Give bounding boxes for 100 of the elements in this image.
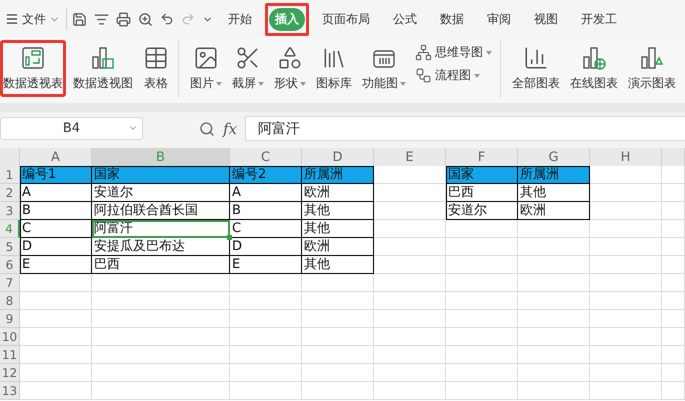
table-cell: 阿拉伯联合酋长国 bbox=[92, 202, 230, 220]
table-cell: B bbox=[20, 202, 92, 220]
row-header[interactable]: 9 bbox=[0, 310, 20, 328]
grid-cell bbox=[302, 346, 374, 364]
table-cell: C bbox=[20, 220, 92, 238]
grid-cell bbox=[518, 256, 590, 274]
column-header[interactable]: G bbox=[518, 148, 590, 168]
grid-cell bbox=[446, 382, 518, 400]
column-header[interactable]: H bbox=[590, 148, 662, 168]
table-cell: 欧洲 bbox=[302, 238, 374, 256]
ribbon-button[interactable]: 功能图 bbox=[359, 40, 409, 97]
menu-icon bbox=[5, 12, 19, 26]
row-header[interactable]: 11 bbox=[0, 346, 20, 364]
table-cell: D bbox=[20, 238, 92, 256]
grid-cell bbox=[590, 292, 662, 310]
header-cell: 国家 bbox=[92, 166, 230, 184]
ribbon-button[interactable]: 数据透视表 bbox=[0, 40, 66, 97]
grid-cell bbox=[374, 292, 446, 310]
grid-cell bbox=[20, 346, 92, 364]
grid-cell bbox=[518, 292, 590, 310]
table-cell: B bbox=[230, 202, 302, 220]
ribbon-tab[interactable]: 审阅 bbox=[477, 2, 521, 36]
ribbon-button[interactable]: 表格 bbox=[140, 40, 172, 97]
table-cell: 阿富汗 bbox=[92, 220, 230, 238]
row-header[interactable]: 5 bbox=[0, 238, 20, 256]
grid-cell bbox=[446, 310, 518, 328]
row-header[interactable]: 12 bbox=[0, 364, 20, 382]
grid-cell bbox=[662, 328, 685, 346]
grid-cell bbox=[662, 274, 685, 292]
row-header[interactable]: 1 bbox=[0, 166, 20, 184]
grid-cell bbox=[230, 328, 302, 346]
row-header[interactable]: 7 bbox=[0, 274, 20, 292]
table-cell: 安提瓜及巴布达 bbox=[92, 238, 230, 256]
chart-globe-icon bbox=[581, 45, 607, 71]
grid-cell bbox=[302, 382, 374, 400]
column-header[interactable]: F bbox=[446, 148, 518, 168]
header-cell: 所属洲 bbox=[302, 166, 374, 184]
grid-cell bbox=[374, 166, 446, 184]
ribbon-tab[interactable]: 开始 bbox=[218, 2, 262, 36]
grid-cell bbox=[590, 166, 662, 184]
row-header[interactable]: 13 bbox=[0, 382, 20, 400]
table-cell: A bbox=[20, 184, 92, 202]
grid-cell bbox=[590, 220, 662, 238]
pivot-chart-icon bbox=[90, 45, 116, 71]
grid-cell bbox=[20, 364, 92, 382]
grid-cell bbox=[518, 238, 590, 256]
grid-cell bbox=[518, 310, 590, 328]
grid-cell bbox=[446, 274, 518, 292]
ribbon-button[interactable]: 全部图表 bbox=[509, 40, 563, 97]
grid-cell bbox=[446, 328, 518, 346]
grid-cell bbox=[590, 346, 662, 364]
ribbon-tab[interactable]: 页面布局 bbox=[312, 2, 380, 36]
ribbon-button[interactable]: 流程图 bbox=[413, 67, 494, 84]
name-box[interactable]: B4 bbox=[0, 117, 143, 140]
grid-cell bbox=[446, 292, 518, 310]
file-menu[interactable]: 文件 bbox=[2, 6, 63, 32]
grid-cell bbox=[446, 346, 518, 364]
column-header[interactable]: A bbox=[20, 148, 92, 168]
grid-cell bbox=[20, 292, 92, 310]
table-cell: D bbox=[230, 238, 302, 256]
ribbon-button[interactable]: 在线图表 bbox=[567, 40, 621, 97]
formula-input[interactable]: 阿富汗 bbox=[245, 116, 685, 141]
grid-cell bbox=[590, 256, 662, 274]
row-header[interactable]: 10 bbox=[0, 328, 20, 346]
row-header[interactable]: 6 bbox=[0, 256, 20, 274]
row-header[interactable]: 8 bbox=[0, 292, 20, 310]
grid-cell bbox=[374, 256, 446, 274]
grid-cell bbox=[518, 328, 590, 346]
ribbon-button[interactable]: 截屏 bbox=[229, 40, 267, 97]
search-icon[interactable] bbox=[199, 120, 215, 136]
ribbon-button[interactable]: 演示图表 bbox=[625, 40, 679, 97]
grid-cell bbox=[590, 184, 662, 202]
ribbon-button[interactable]: 形状 bbox=[271, 40, 309, 97]
table-cell: E bbox=[230, 256, 302, 274]
ribbon-button[interactable]: 数据透视图 bbox=[70, 40, 136, 97]
ribbon-button[interactable]: 图片 bbox=[187, 40, 225, 97]
column-header[interactable]: E bbox=[374, 148, 446, 168]
column-header[interactable]: C bbox=[230, 148, 302, 168]
ribbon-tab[interactable]: 公式 bbox=[383, 2, 427, 36]
function-button[interactable]: fx bbox=[223, 120, 238, 138]
table-icon bbox=[143, 45, 169, 71]
grid-cell bbox=[662, 292, 685, 310]
grid-cell bbox=[302, 328, 374, 346]
grid-cell bbox=[590, 202, 662, 220]
column-header[interactable]: D bbox=[302, 148, 374, 168]
grid-cell bbox=[446, 364, 518, 382]
grid-cell bbox=[374, 220, 446, 238]
shapes-icon bbox=[277, 45, 303, 71]
grid-cell bbox=[590, 274, 662, 292]
ribbon-button[interactable]: 图标库 bbox=[313, 40, 355, 97]
row-header[interactable]: 2 bbox=[0, 184, 20, 202]
row-header[interactable]: 3 bbox=[0, 202, 20, 220]
ribbon-button[interactable]: 思维导图 bbox=[413, 44, 494, 61]
ribbon-tab[interactable]: 开发工 bbox=[571, 2, 627, 36]
ribbon-tab[interactable]: 数据 bbox=[430, 2, 474, 36]
table-cell: 安道尔 bbox=[92, 184, 230, 202]
ribbon-tab[interactable]: 视图 bbox=[524, 2, 568, 36]
print-icon[interactable] bbox=[114, 12, 133, 26]
grid-cell bbox=[590, 328, 662, 346]
fill-handle[interactable] bbox=[227, 235, 232, 240]
